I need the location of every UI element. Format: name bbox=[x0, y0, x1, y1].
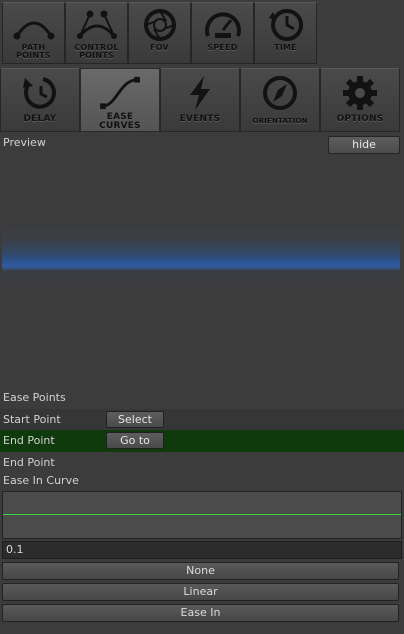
lightning-icon bbox=[190, 76, 210, 110]
ease-in-curve-field[interactable] bbox=[2, 491, 402, 539]
clock-icon bbox=[268, 9, 303, 41]
tab-options[interactable]: OPTIONS bbox=[320, 68, 400, 132]
start-point-row: Start Point Select bbox=[0, 409, 404, 431]
ease-points-heading-row: Ease Points bbox=[0, 387, 404, 409]
end-point-label-2: End Point bbox=[3, 456, 55, 469]
preview-viewport bbox=[2, 155, 400, 378]
tab-orientation[interactable]: ORIENTATION bbox=[240, 68, 320, 132]
toolbar-bottom: DELAY EASE CURVES EVENTS ORIENTATION OPT… bbox=[0, 68, 400, 132]
ease-in-curve-row: Ease In Curve bbox=[0, 470, 404, 492]
path-points-icon bbox=[13, 21, 54, 40]
delay-icon bbox=[23, 77, 56, 109]
start-point-label: Start Point bbox=[3, 413, 61, 426]
curve-line bbox=[3, 514, 401, 515]
ease-points-heading: Ease Points bbox=[3, 391, 66, 404]
tab-ease-curves[interactable]: EASE CURVES bbox=[80, 68, 160, 132]
ease-in-button[interactable]: Ease In bbox=[2, 604, 399, 622]
aperture-icon bbox=[143, 9, 176, 41]
tab-events[interactable]: EVENTS bbox=[160, 68, 240, 132]
linear-button[interactable]: Linear bbox=[2, 583, 399, 601]
toolbar-top: PATH POINTS CONTROL POINTS FOV SPEED TIM… bbox=[2, 2, 317, 64]
goto-button[interactable]: Go to bbox=[106, 432, 164, 449]
tab-time[interactable]: TIME bbox=[254, 2, 317, 64]
end-point-row-selected: End Point Go to bbox=[0, 430, 404, 452]
end-point-label: End Point bbox=[3, 434, 55, 447]
select-button[interactable]: Select bbox=[106, 411, 164, 428]
none-button[interactable]: None bbox=[2, 562, 399, 580]
hide-preview-button[interactable]: hide bbox=[328, 136, 400, 154]
curve-value-field[interactable]: 0.1 bbox=[2, 541, 402, 559]
ease-curve-icon bbox=[100, 76, 140, 110]
compass-icon bbox=[263, 76, 297, 110]
tab-fov[interactable]: FOV bbox=[128, 2, 191, 64]
tab-control-points[interactable]: CONTROL POINTS bbox=[65, 2, 128, 64]
ease-in-curve-label: Ease In Curve bbox=[3, 474, 79, 487]
preview-label: Preview bbox=[3, 136, 46, 149]
tab-delay[interactable]: DELAY bbox=[0, 68, 80, 132]
control-points-icon bbox=[76, 10, 117, 39]
gear-icon bbox=[343, 76, 377, 110]
speedometer-icon bbox=[204, 12, 241, 38]
tab-speed[interactable]: SPEED bbox=[191, 2, 254, 64]
tab-path-points[interactable]: PATH POINTS bbox=[2, 2, 65, 64]
